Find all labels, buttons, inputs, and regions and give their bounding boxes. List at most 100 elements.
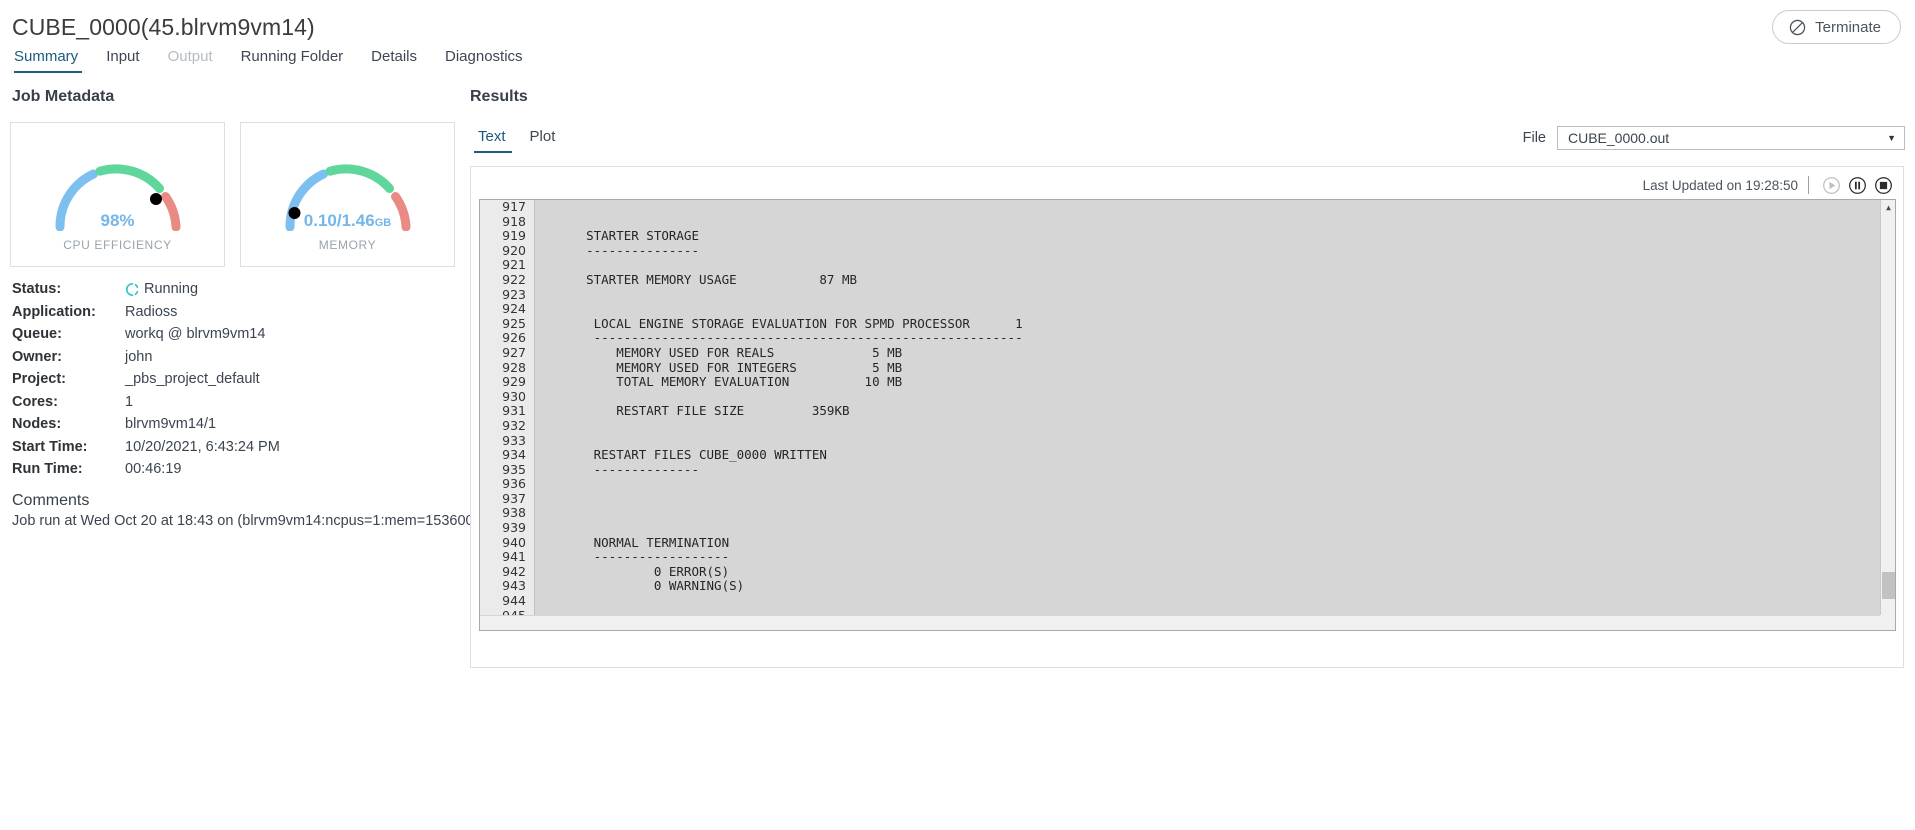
status-text: Running [144, 281, 199, 298]
tab-diagnostics[interactable]: Diagnostics [431, 48, 537, 73]
line-number: 936 [502, 476, 526, 492]
play-button[interactable] [1819, 173, 1843, 197]
line-number: 941 [502, 549, 526, 565]
line-number: 935 [502, 461, 526, 477]
line-number: 925 [502, 315, 526, 331]
line-number: 943 [502, 578, 526, 594]
file-select[interactable]: CUBE_0000.out ▼ [1557, 126, 1905, 150]
log-line: MEMORY USED FOR REALS 5 MB [556, 344, 903, 360]
metadata-key: Queue: [12, 326, 62, 343]
toolbar-divider [1808, 176, 1809, 194]
metadata-value: Radioss [125, 303, 178, 320]
log-line: TOTAL MEMORY EVALUATION 10 MB [556, 374, 903, 390]
log-line: STARTER STORAGE [556, 228, 699, 244]
tab-summary[interactable]: Summary [12, 48, 92, 73]
metadata-row-cores: Cores: 1 [12, 391, 462, 414]
log-line: ------------------ [556, 549, 730, 565]
file-label: File [1522, 130, 1546, 146]
metadata-row-run-time: Run Time: 00:46:19 [12, 458, 462, 481]
line-number: 918 [502, 213, 526, 229]
tab-details[interactable]: Details [357, 48, 431, 73]
metadata-value: workq @ blrvm9vm14 [125, 326, 266, 343]
log-line: RESTART FILE SIZE 359KB [556, 403, 850, 419]
memory-value: 0.10/1.46GB [303, 211, 392, 230]
line-number: 932 [502, 417, 526, 433]
metadata-row-queue: Queue: workq @ blrvm9vm14 [12, 323, 462, 346]
log-line: NORMAL TERMINATION [556, 534, 730, 550]
metadata-value: 10/20/2021, 6:43:24 PM [125, 438, 280, 455]
line-number: 921 [502, 257, 526, 273]
metadata-key: Project: [12, 371, 66, 388]
log-line: MEMORY USED FOR INTEGERS 5 MB [556, 359, 903, 375]
results-tabs: Text Plot [472, 128, 567, 153]
line-number: 919 [502, 228, 526, 244]
stop-button[interactable] [1871, 173, 1895, 197]
line-number: 940 [502, 534, 526, 550]
tab-output: Output [167, 48, 213, 65]
log-line: RESTART FILES CUBE_0000 WRITTEN [556, 447, 827, 463]
metadata-value: 00:46:19 [125, 461, 182, 478]
line-number: 944 [502, 593, 526, 609]
results-toolbar: Last Updated on 19:28:50 [1643, 173, 1895, 197]
line-number: 931 [502, 403, 526, 419]
line-number-gutter: 917 918 919 920 921 922 923 924 925 926 927 928 929 9… [480, 200, 535, 630]
metadata-value: _pbs_project_default [125, 371, 260, 388]
results-heading: Results [470, 88, 528, 105]
metadata-value: 1 [125, 393, 134, 410]
scrollbar-corner [1880, 615, 1895, 630]
vertical-scrollbar[interactable]: ▲ ▼ [1880, 200, 1895, 627]
comments-text: Job run at Wed Oct 20 at 18:43 on (blrvm… [12, 513, 502, 529]
metadata-key: Application: [12, 303, 96, 320]
last-updated-text: Last Updated on 19:28:50 [1642, 177, 1798, 193]
line-number: 937 [502, 490, 526, 506]
vertical-scrollbar-thumb[interactable] [1882, 572, 1895, 599]
tab-input[interactable]: Input [92, 48, 153, 73]
ban-icon [1789, 19, 1806, 36]
line-number: 942 [502, 563, 526, 579]
metadata-row-project: Project: _pbs_project_default [12, 368, 462, 391]
metadata-value: blrvm9vm14/1 [125, 416, 217, 433]
line-number: 924 [502, 301, 526, 317]
line-number: 917 [502, 199, 526, 214]
tab-plot[interactable]: Plot [518, 128, 568, 153]
metadata-value: john [125, 348, 153, 365]
line-number: 938 [502, 505, 526, 521]
log-viewer[interactable]: 917 918 919 920 921 922 923 924 925 926 927 928 929 9… [479, 199, 1896, 631]
horizontal-scrollbar[interactable] [480, 615, 1880, 630]
tab-text[interactable]: Text [472, 128, 518, 153]
line-number: 929 [502, 374, 526, 390]
scroll-up-arrow-icon[interactable]: ▲ [1881, 200, 1895, 215]
metadata-key: Status: [12, 281, 62, 298]
log-line: STARTER MEMORY USAGE 87 MB [556, 271, 858, 287]
metadata-key: Cores: [12, 393, 58, 410]
log-line: LOCAL ENGINE STORAGE EVALUATION FOR SPMD… [556, 315, 1023, 331]
log-line: 0 ERROR(S) [556, 563, 730, 579]
cpu-efficiency-label: CPU EFFICIENCY [63, 238, 172, 252]
pause-button[interactable] [1845, 173, 1869, 197]
log-text-content[interactable]: STARTER STORAGE --------------- STARTER … [536, 200, 1880, 630]
tab-running-folder[interactable]: Running Folder [227, 48, 358, 73]
job-summary-page: CUBE_0000(45.blrvm9vm14) Terminate Summa… [0, 0, 1915, 830]
line-number: 922 [502, 271, 526, 287]
page-title: CUBE_0000(45.blrvm9vm14) [12, 14, 315, 40]
line-number: 939 [502, 520, 526, 536]
terminate-button[interactable]: Terminate [1772, 10, 1901, 44]
metadata-row-nodes: Nodes: blrvm9vm14/1 [12, 413, 462, 436]
job-metadata-list: Status: Running Application: Radioss Que… [12, 278, 462, 481]
metadata-key: Nodes: [12, 416, 62, 433]
file-select-value: CUBE_0000.out [1568, 130, 1670, 146]
line-number: 927 [502, 344, 526, 360]
log-line: 0 WARNING(S) [556, 578, 745, 594]
main-tabs: Summary Input Output Running Folder Deta… [12, 48, 537, 73]
line-number: 928 [502, 359, 526, 375]
